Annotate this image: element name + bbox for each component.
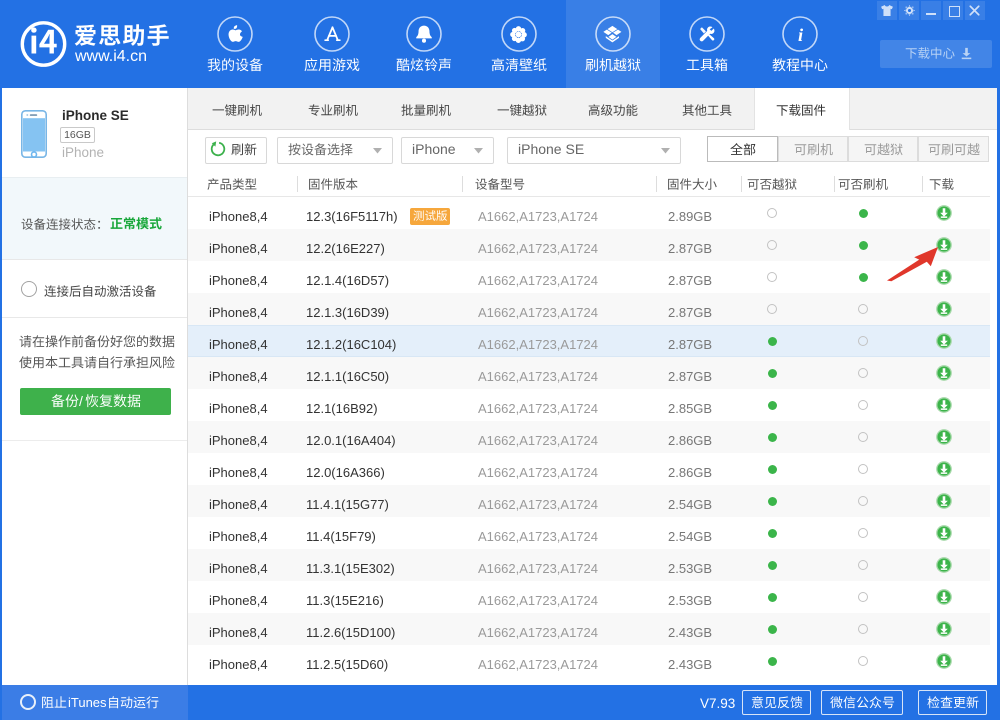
svg-text:i: i: [798, 25, 804, 45]
